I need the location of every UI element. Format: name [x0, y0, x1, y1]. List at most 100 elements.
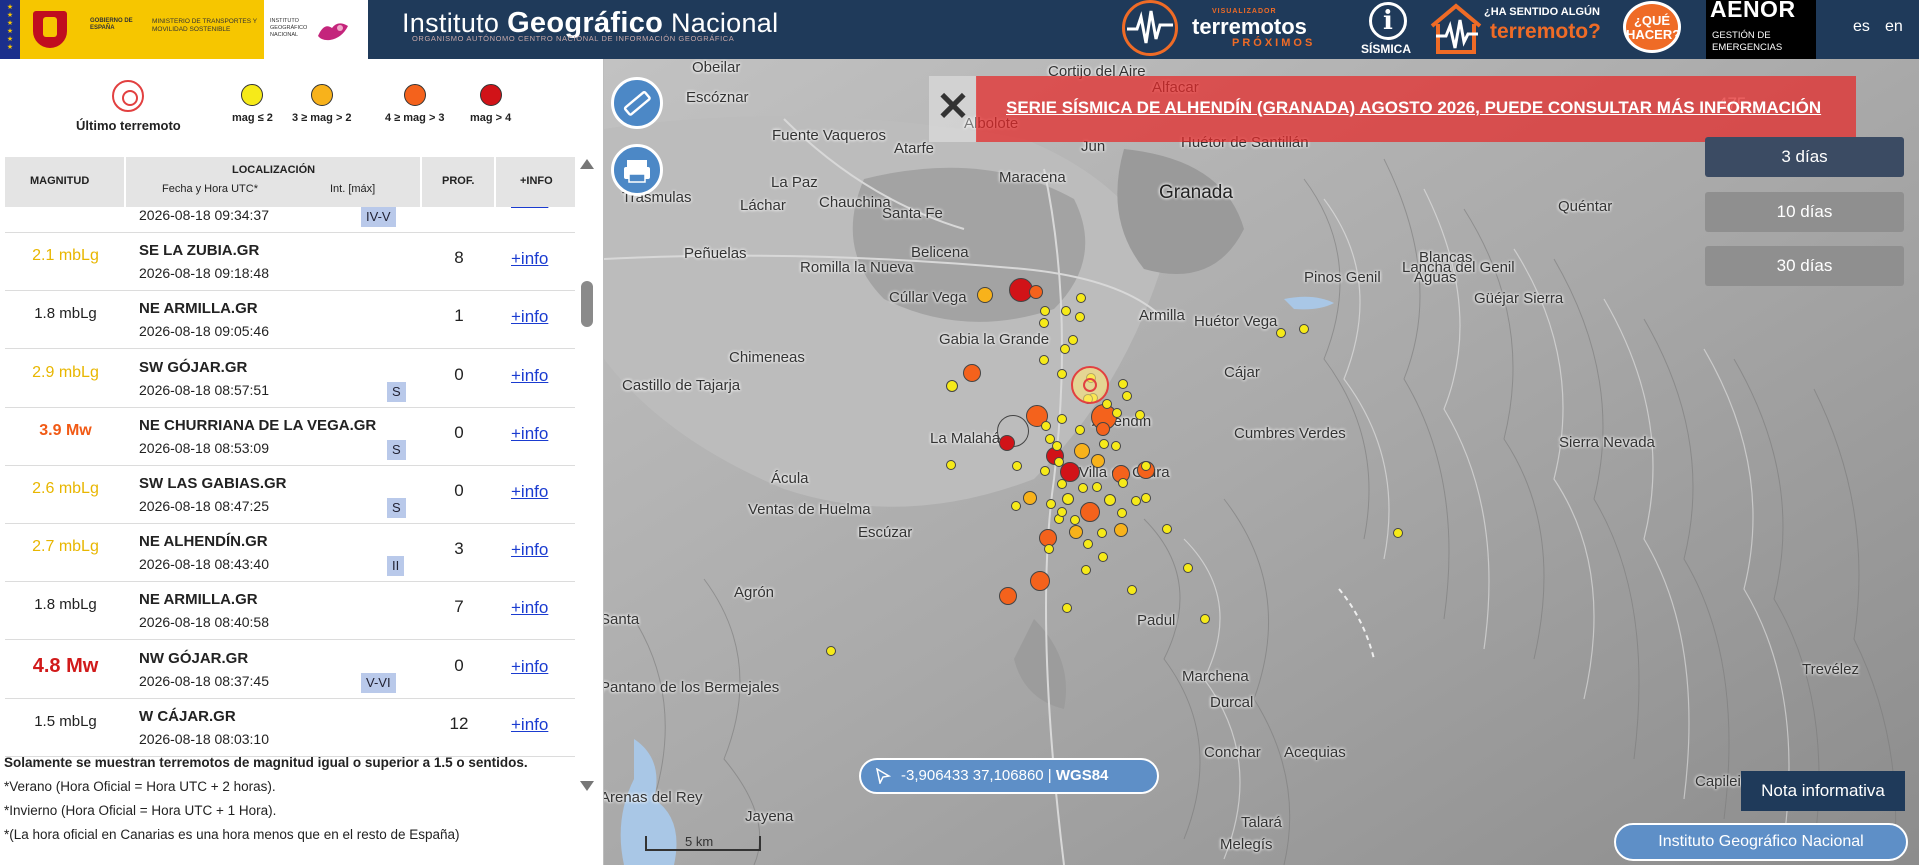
- earthquake-marker[interactable]: [826, 646, 836, 656]
- earthquake-marker[interactable]: [1057, 414, 1067, 424]
- que-hacer-button[interactable]: ¿QUÉ HACER?: [1620, 0, 1684, 59]
- earthquake-marker[interactable]: [1276, 328, 1286, 338]
- earthquake-marker[interactable]: [1080, 502, 1100, 522]
- earthquake-marker[interactable]: [1023, 491, 1037, 505]
- earthquake-marker[interactable]: [946, 380, 958, 392]
- earthquake-marker[interactable]: [1075, 425, 1085, 435]
- table-row[interactable]: 2.7 mbLg NE ALHENDÍN.GR 2026-08-18 08:43:4…: [5, 524, 575, 583]
- earthquake-marker[interactable]: [1299, 324, 1309, 334]
- earthquake-marker[interactable]: [1057, 479, 1067, 489]
- earthquake-marker[interactable]: [1111, 441, 1121, 451]
- days-button-10[interactable]: 10 días: [1705, 192, 1904, 232]
- earthquake-marker[interactable]: [1030, 571, 1050, 591]
- earthquake-marker[interactable]: [1127, 585, 1137, 595]
- visor-terremotos-link[interactable]: VISUALIZADOR terremotos PRÓXIMOS: [1122, 0, 1348, 59]
- earthquake-marker[interactable]: [1131, 496, 1141, 506]
- table-scrollbar[interactable]: [578, 157, 596, 793]
- close-icon[interactable]: ✕: [929, 76, 977, 142]
- row-info-link[interactable]: +info: [511, 424, 548, 444]
- earthquake-marker[interactable]: [1040, 306, 1050, 316]
- earthquake-marker[interactable]: [963, 364, 981, 382]
- earthquake-marker[interactable]: [1102, 399, 1112, 409]
- earthquake-marker[interactable]: [1135, 410, 1145, 420]
- days-button-30[interactable]: 30 días: [1705, 246, 1904, 286]
- earthquake-marker[interactable]: [1057, 369, 1067, 379]
- earthquake-marker[interactable]: [1097, 528, 1107, 538]
- earthquake-marker[interactable]: [1039, 355, 1049, 365]
- earthquake-marker[interactable]: [1075, 312, 1085, 322]
- table-row[interactable]: 1.5 mbLg W CÁJAR.GR 2026-08-18 08:03:10 12 +…: [5, 699, 575, 757]
- print-button[interactable]: [611, 144, 663, 196]
- row-info-link[interactable]: +info: [511, 482, 548, 502]
- earthquake-marker[interactable]: [1061, 306, 1071, 316]
- row-info-link[interactable]: +info: [511, 249, 548, 269]
- earthquake-marker[interactable]: [1112, 408, 1122, 418]
- earthquake-marker[interactable]: [1122, 391, 1132, 401]
- earthquake-marker[interactable]: [1092, 482, 1102, 492]
- earthquake-marker[interactable]: [1040, 466, 1050, 476]
- earthquake-marker[interactable]: [1076, 293, 1086, 303]
- earthquake-marker[interactable]: [1098, 552, 1108, 562]
- earthquake-marker[interactable]: [946, 460, 956, 470]
- earthquake-marker[interactable]: [1104, 494, 1116, 506]
- earthquake-marker[interactable]: [1044, 544, 1054, 554]
- earthquake-marker[interactable]: [1068, 335, 1078, 345]
- earthquake-marker[interactable]: [1099, 439, 1109, 449]
- col-localizacion[interactable]: LOCALIZACIÓN Fecha y Hora UTC* Int. [máx…: [126, 157, 422, 207]
- table-row[interactable]: 1.8 mbLg NE ARMILLA.GR 2026-08-18 08:40:58…: [5, 582, 575, 641]
- col-prof[interactable]: PROF.: [422, 157, 496, 207]
- alert-banner-link[interactable]: SERIE SÍSMICA DE ALHENDÍN (GRANADA) AGOS…: [1006, 98, 1848, 118]
- earthquake-marker[interactable]: [1029, 285, 1043, 299]
- earthquake-marker[interactable]: [1162, 524, 1172, 534]
- table-row[interactable]: 2.6 mbLg SW LAS GABIAS.GR 2026-08-18 08:47…: [5, 466, 575, 524]
- scroll-thumb[interactable]: [581, 281, 593, 327]
- table-row[interactable]: 1.8 mbLg NE ARMILLA.GR 2026-08-18 09:05:46…: [5, 291, 575, 350]
- earthquake-marker[interactable]: [1074, 443, 1090, 459]
- nota-informativa-button[interactable]: Nota informativa: [1741, 771, 1905, 811]
- earthquake-marker[interactable]: [1083, 539, 1093, 549]
- earthquake-marker[interactable]: [1062, 493, 1074, 505]
- info-sismica-link[interactable]: i SÍSMICA: [1354, 0, 1418, 59]
- earthquake-marker[interactable]: [1054, 457, 1064, 467]
- row-info-link[interactable]: +info: [511, 715, 548, 735]
- earthquake-marker[interactable]: [1200, 614, 1210, 624]
- earthquake-marker[interactable]: [1046, 499, 1056, 509]
- earthquake-marker[interactable]: [1057, 507, 1067, 517]
- earthquake-marker[interactable]: [1114, 523, 1128, 537]
- earthquake-marker[interactable]: [1393, 528, 1403, 538]
- row-info-link[interactable]: +info: [511, 598, 548, 618]
- ha-sentido-link[interactable]: ¿HA SENTIDO ALGÚN terremoto?: [1424, 0, 1610, 59]
- table-row[interactable]: 2.9 mbLg SW GÓJAR.GR 2026-08-18 08:57:51 S 0…: [5, 350, 575, 408]
- earthquake-marker[interactable]: [1081, 565, 1091, 575]
- earthquake-marker[interactable]: [1183, 563, 1193, 573]
- earthquake-marker[interactable]: [1096, 422, 1110, 436]
- earthquake-marker[interactable]: [1011, 501, 1021, 511]
- row-info-link[interactable]: +info: [511, 540, 548, 560]
- earthquake-marker[interactable]: [999, 587, 1017, 605]
- earthquake-marker[interactable]: [1070, 515, 1080, 525]
- earthquake-marker[interactable]: [1078, 483, 1088, 493]
- table-body[interactable]: 4.2 Mw2026-08-18 09:34:37IV-V8+info2.1 m…: [5, 207, 575, 793]
- earthquake-marker[interactable]: [999, 435, 1015, 451]
- ign-logo[interactable]: INSTITUTO GEOGRÁFICO NACIONAL: [264, 0, 368, 59]
- last-earthquake-marker[interactable]: [1071, 366, 1109, 404]
- earthquake-marker[interactable]: [1041, 421, 1051, 431]
- table-row[interactable]: 2.1 mbLg SE LA ZUBIA.GR 2026-08-18 09:18:4…: [5, 233, 575, 292]
- earthquake-marker[interactable]: [1039, 318, 1049, 328]
- earthquake-marker[interactable]: [1091, 454, 1105, 468]
- earthquake-marker[interactable]: [977, 287, 993, 303]
- days-button-3[interactable]: 3 días: [1705, 137, 1904, 177]
- gobierno-logo[interactable]: ★ ★ ★ ★ ★ ★ GOBIERNO DE ESPAÑA MINISTERIO DE …: [0, 0, 264, 59]
- earthquake-marker[interactable]: [1012, 461, 1022, 471]
- lang-es-link[interactable]: es: [1853, 18, 1870, 36]
- table-row[interactable]: 3.9 Mw NE CHURRIANA DE LA VEGA.GR 2026-08-…: [5, 408, 575, 466]
- table-row[interactable]: 4.8 Mw NW GÓJAR.GR 2026-08-18 08:37:45 V-VI…: [5, 641, 575, 699]
- row-info-link[interactable]: +info: [511, 307, 548, 327]
- measure-button[interactable]: [611, 77, 663, 129]
- scroll-up-icon[interactable]: [580, 159, 594, 169]
- row-info-link[interactable]: +info: [511, 207, 548, 211]
- col-magnitud[interactable]: MAGNITUD: [5, 157, 126, 207]
- row-info-link[interactable]: +info: [511, 366, 548, 386]
- earthquake-marker[interactable]: [1141, 461, 1151, 471]
- earthquake-marker[interactable]: [1118, 478, 1128, 488]
